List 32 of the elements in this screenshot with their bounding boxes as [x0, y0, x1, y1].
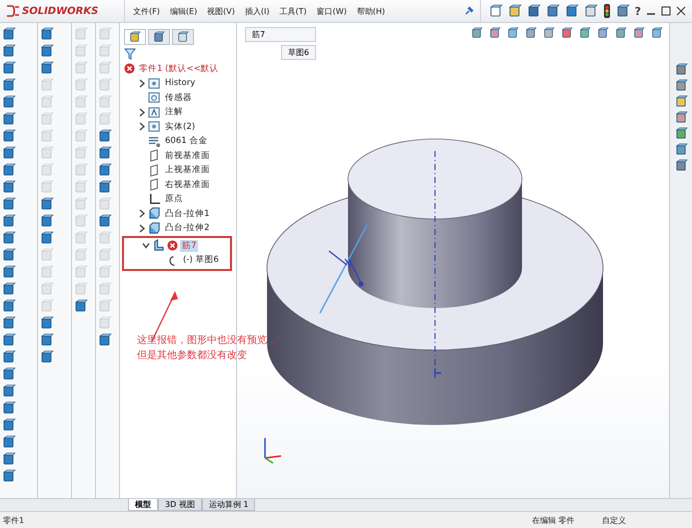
tree-item[interactable]: 实体(2) — [163, 120, 198, 133]
help-button[interactable]: ? — [634, 4, 641, 18]
tree-item[interactable]: (-) 草图6 — [181, 254, 221, 266]
tree-item[interactable]: 前视基准面 — [163, 150, 212, 162]
tree-item[interactable]: 上视基准面 — [163, 164, 212, 176]
units-dropdown[interactable]: 自定义 — [602, 514, 692, 526]
menu-item[interactable]: 帮助(H) — [356, 6, 386, 16]
tree-item[interactable]: 凸台-拉伸2 — [163, 222, 212, 234]
breadcrumb-item[interactable]: 草图6 — [281, 45, 316, 60]
app-logo: SOLIDWORKS — [22, 6, 98, 16]
bottom-tab[interactable]: 3D 视图 — [158, 499, 202, 511]
tree-item[interactable]: 注解 — [163, 106, 185, 118]
menu-item[interactable]: 编辑(E) — [170, 6, 198, 16]
menu-item[interactable]: 插入(I) — [244, 6, 270, 16]
menu-item[interactable]: 视图(V) — [207, 6, 235, 16]
tree-item[interactable]: 凸台-拉伸1 — [163, 208, 212, 220]
annotation-note: 这里报错，图形中也没有预览， 但是其他参数都没有改变 — [137, 334, 277, 363]
bottom-tab[interactable]: 模型 — [128, 499, 158, 511]
bottom-tab[interactable]: 运动算例 1 — [202, 499, 256, 511]
tree-root-item[interactable]: 零件1 (默认<<默认 — [137, 62, 221, 75]
status-document: 零件1 — [3, 514, 26, 526]
tree-item[interactable]: 原点 — [163, 193, 185, 206]
tree-item[interactable]: History — [163, 78, 198, 88]
menu-item[interactable]: 窗口(W) — [316, 6, 347, 16]
tree-item[interactable]: 传感器 — [163, 92, 194, 104]
breadcrumb-item[interactable]: 筋7 — [245, 27, 316, 42]
tree-item[interactable]: 6061 合金 — [163, 135, 210, 148]
status-mode: 在编辑 零件 — [532, 514, 576, 526]
tree-item[interactable]: 筋7 — [180, 240, 198, 252]
menu-item[interactable]: 工具(T) — [279, 6, 307, 16]
menu-item[interactable]: 文件(F) — [133, 6, 160, 16]
tree-item[interactable]: 右视基准面 — [163, 178, 212, 191]
